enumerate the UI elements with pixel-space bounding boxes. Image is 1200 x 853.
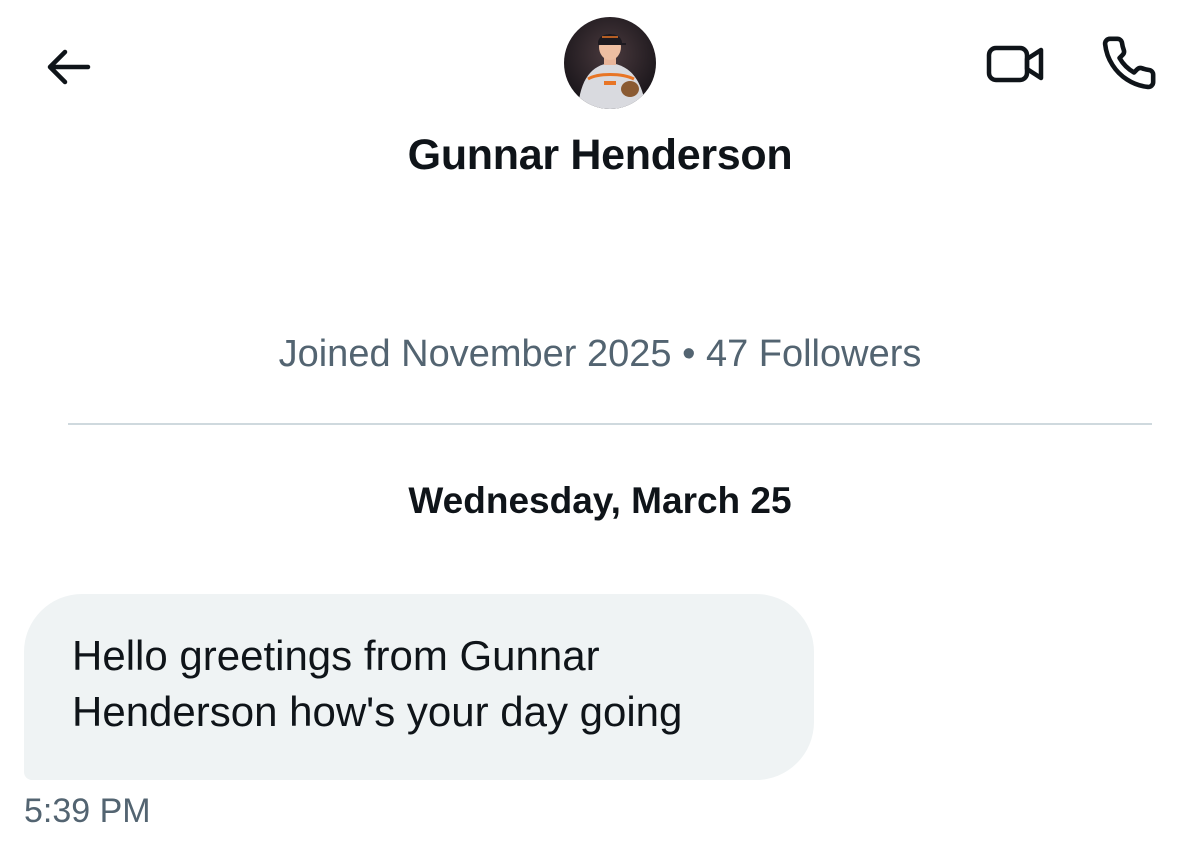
video-camera-icon: [986, 45, 1044, 83]
divider: [68, 423, 1152, 425]
message-bubble[interactable]: Hello greetings from Gunnar Henderson ho…: [24, 594, 814, 780]
back-button[interactable]: [36, 36, 98, 98]
profile-meta-text: Joined November 2025 • 47 Followers: [278, 333, 922, 375]
profile-display-name[interactable]: Gunnar Henderson: [0, 128, 1200, 182]
video-call-button[interactable]: [980, 32, 1052, 96]
message-timestamp: 5:39 PM: [24, 792, 151, 830]
phone-icon: [1102, 36, 1156, 90]
date-separator: Wednesday, March 25: [408, 480, 792, 521]
arrow-left-icon: [47, 49, 91, 85]
voice-call-button[interactable]: [1094, 30, 1164, 96]
profile-photo: [564, 17, 656, 109]
avatar[interactable]: [564, 17, 656, 109]
message-text: Hello greetings from Gunnar Henderson ho…: [72, 632, 683, 735]
